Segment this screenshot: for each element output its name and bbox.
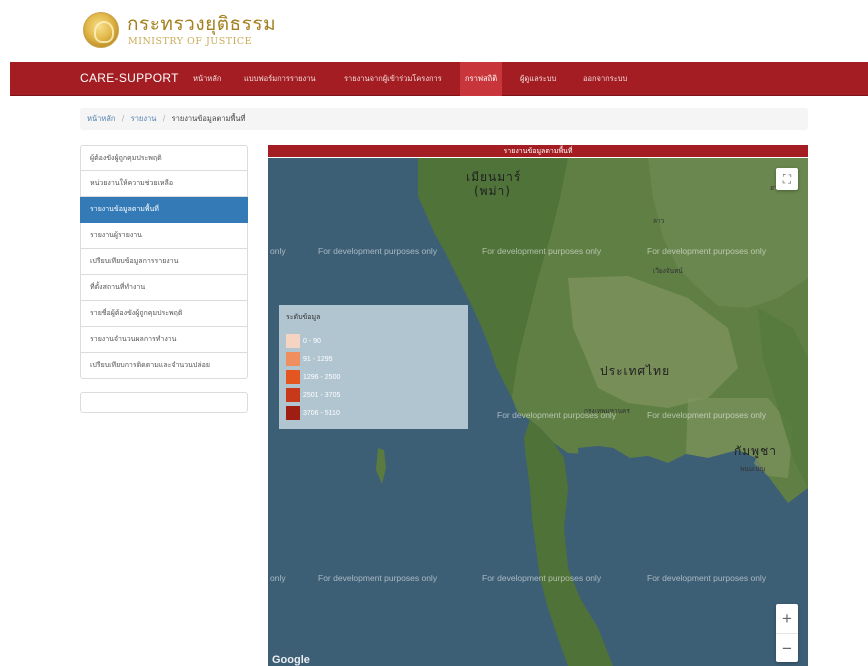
label-phnom-penh: พนมเปญ <box>740 465 765 473</box>
watermark-text: only <box>270 246 286 256</box>
breadcrumb-current: รายงานข้อมูลตามพื้นที่ <box>171 114 246 123</box>
sidebar-item-reporters[interactable]: รายงานผู้รายงาน <box>80 223 248 249</box>
sidebar-item-work-locations[interactable]: ที่ตั้งสถานที่ทำงาน <box>80 275 248 301</box>
nav-statistics[interactable]: กราฟสถิติ <box>460 62 503 96</box>
nav-home[interactable]: หน้าหลัก <box>188 62 226 96</box>
fullscreen-icon[interactable]: ⛶ <box>776 168 798 190</box>
legend-row: 91 - 1295 <box>286 350 461 368</box>
legend-swatch <box>286 352 300 366</box>
watermark-text: For development purposes only <box>482 573 602 583</box>
legend-row: 0 - 90 <box>286 332 461 350</box>
nav-logout[interactable]: ออกจากระบบ <box>578 62 632 96</box>
label-laos: ลาว <box>653 217 665 225</box>
logo-title-english[interactable]: MINISTRY OF JUSTICE <box>128 36 252 47</box>
area-map[interactable]: เมียนมาร์ (พม่า) ฮานอย ลาว เวียงจันทน์ ป… <box>268 158 808 666</box>
label-cambodia: กัมพูชา <box>734 444 777 458</box>
zoom-in-button[interactable]: + <box>776 604 798 633</box>
legend-label: 91 - 1295 <box>303 355 333 363</box>
sidebar-item-agencies[interactable]: หน่วยงานให้ความช่วยเหลือ <box>80 171 248 197</box>
legend-swatch <box>286 388 300 402</box>
sidebar-item-inmates[interactable]: ผู้ต้องขังผู้ถูกคุมประพฤติ <box>80 145 248 171</box>
map-legend: ระดับข้อมูล 0 - 90 91 - 1295 1296 - 2500… <box>279 305 468 429</box>
legend-swatch <box>286 334 300 348</box>
legend-label: 2501 - 3705 <box>303 391 341 399</box>
breadcrumb: หน้าหลัก / รายงาน / รายงานข้อมูลตามพื้นท… <box>80 108 808 130</box>
label-vientiane: เวียงจันทน์ <box>653 267 683 275</box>
nav-participant-reports[interactable]: รายงานจากผู้เข้าร่วมโครงการ <box>339 62 447 96</box>
sidebar-item-compare-release[interactable]: เปรียบเทียบการติดตามและจำนวนปล่อย <box>80 353 248 379</box>
ministry-emblem-icon[interactable] <box>83 12 119 48</box>
watermark-text: For development purposes only <box>482 246 602 256</box>
breadcrumb-reports[interactable]: รายงาน <box>131 114 157 123</box>
sidebar-item-area-report[interactable]: รายงานข้อมูลตามพื้นที่ <box>80 197 248 223</box>
google-logo[interactable]: Google <box>272 654 310 666</box>
label-thailand: ประเทศไทย <box>600 364 671 378</box>
sidebar-empty-panel <box>80 392 248 413</box>
watermark-text: For development purposes only <box>647 246 767 256</box>
nav-admin[interactable]: ผู้ดูแลระบบ <box>515 62 561 96</box>
zoom-out-button[interactable]: − <box>776 633 798 662</box>
site-header: กระทรวงยุติธรรม MINISTRY OF JUSTICE <box>0 0 868 62</box>
legend-row: 1296 - 2500 <box>286 368 461 386</box>
legend-swatch <box>286 406 300 420</box>
legend-swatch <box>286 370 300 384</box>
logo-title-thai[interactable]: กระทรวงยุติธรรม <box>127 9 276 39</box>
report-sidebar: ผู้ต้องขังผู้ถูกคุมประพฤติ หน่วยงานให้คว… <box>80 145 248 379</box>
legend-row: 3706 - 5110 <box>286 404 461 422</box>
legend-label: 3706 - 5110 <box>303 409 340 417</box>
breadcrumb-home[interactable]: หน้าหลัก <box>87 114 115 123</box>
legend-row: 2501 - 3705 <box>286 386 461 404</box>
watermark-text: For development purposes only <box>318 573 438 583</box>
sidebar-item-compare-reports[interactable]: เปรียบเทียบข้อมูลการรายงาน <box>80 249 248 275</box>
map-panel-title: รายงานข้อมูลตามพื้นที่ <box>268 145 808 157</box>
watermark-text: only <box>270 573 286 583</box>
label-myanmar-sub: (พม่า) <box>474 184 511 198</box>
brand-link[interactable]: CARE-SUPPORT <box>80 71 179 85</box>
breadcrumb-separator: / <box>121 114 125 123</box>
zoom-control: + − <box>776 604 798 662</box>
main-navbar: CARE-SUPPORT หน้าหลัก แบบฟอร์มการรายงาน … <box>10 62 868 96</box>
breadcrumb-separator: / <box>162 114 166 123</box>
watermark-text: For development purposes only <box>647 410 767 420</box>
watermark-text: For development purposes only <box>647 573 767 583</box>
legend-label: 0 - 90 <box>303 337 321 345</box>
watermark-text: For development purposes only <box>318 246 438 256</box>
watermark-text: For development purposes only <box>497 410 617 420</box>
legend-label: 1296 - 2500 <box>303 373 341 381</box>
legend-title: ระดับข้อมูล <box>286 313 321 321</box>
sidebar-item-work-results[interactable]: รายงานจำนวนผลการทำงาน <box>80 327 248 353</box>
sidebar-item-inmate-list[interactable]: รายชื่อผู้ต้องขังผู้ถูกคุมประพฤติ <box>80 301 248 327</box>
nav-report-form[interactable]: แบบฟอร์มการรายงาน <box>239 62 321 96</box>
